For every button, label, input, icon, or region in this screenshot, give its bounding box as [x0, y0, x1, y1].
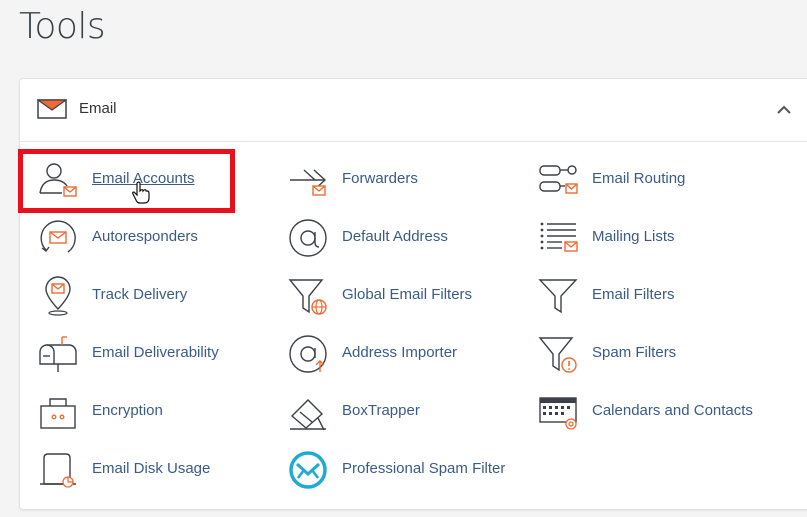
- forward-arrow-icon: [290, 169, 327, 196]
- tool-label[interactable]: Track Delivery: [92, 286, 187, 303]
- panel-header[interactable]: Email: [20, 79, 807, 142]
- tool-address-importer[interactable]: Address Importer: [288, 325, 528, 383]
- tool-track-delivery[interactable]: Track Delivery: [38, 267, 278, 325]
- location-pin-icon: [45, 276, 71, 316]
- tool-label[interactable]: Professional Spam Filter: [342, 460, 505, 477]
- page-title: Tools: [19, 6, 106, 47]
- filter-funnel-icon: [538, 279, 578, 314]
- boxtrapper-icon: [290, 399, 326, 431]
- page: Tools Email Email Accounts Forwarders Em…: [0, 0, 807, 517]
- tool-label[interactable]: BoxTrapper: [342, 402, 420, 419]
- tool-calendars-contacts[interactable]: Calendars and Contacts: [538, 383, 778, 441]
- global-filter-icon: [288, 279, 327, 315]
- tool-label[interactable]: Email Deliverability: [92, 344, 219, 361]
- tool-label[interactable]: Global Email Filters: [342, 286, 472, 303]
- selection-highlight: [18, 149, 235, 213]
- at-import-icon: [289, 335, 327, 373]
- calendar-icon: [539, 397, 577, 430]
- tool-label[interactable]: Forwarders: [342, 170, 418, 187]
- mailing-list-icon: [540, 222, 578, 252]
- tool-email-disk-usage[interactable]: Email Disk Usage: [38, 441, 278, 499]
- tool-label[interactable]: Calendars and Contacts: [592, 402, 753, 419]
- tool-email-deliverability[interactable]: Email Deliverability: [38, 325, 278, 383]
- tool-label[interactable]: Encryption: [92, 402, 163, 419]
- tool-email-filters[interactable]: Email Filters: [538, 267, 778, 325]
- tool-label[interactable]: Email Disk Usage: [92, 460, 210, 477]
- tool-global-email-filters[interactable]: Global Email Filters: [288, 267, 528, 325]
- routing-icon: [539, 165, 578, 194]
- tool-autoresponders[interactable]: Autoresponders: [38, 209, 278, 267]
- tool-encryption[interactable]: Encryption: [38, 383, 278, 441]
- hand-cursor-icon: [132, 181, 150, 204]
- tool-label[interactable]: Address Importer: [342, 344, 457, 361]
- autoresponder-icon: [40, 220, 76, 253]
- panel-title: Email: [79, 100, 117, 117]
- tool-label[interactable]: Autoresponders: [92, 228, 198, 245]
- tool-label[interactable]: Mailing Lists: [592, 228, 675, 245]
- tool-label[interactable]: Email Routing: [592, 170, 685, 187]
- tool-professional-spam-filter[interactable]: Professional Spam Filter: [288, 441, 528, 499]
- tool-forwarders[interactable]: Forwarders: [288, 151, 528, 209]
- tool-default-address[interactable]: Default Address: [288, 209, 528, 267]
- tool-spam-filters[interactable]: Spam Filters: [538, 325, 778, 383]
- at-sign-icon: [289, 219, 327, 257]
- mailbox-icon: [39, 336, 77, 372]
- encryption-icon: [40, 398, 76, 429]
- email-panel: Email Email Accounts Forwarders Email Ro…: [19, 78, 807, 510]
- disk-usage-icon: [40, 453, 76, 488]
- chevron-up-icon[interactable]: [775, 101, 793, 119]
- tool-label[interactable]: Spam Filters: [592, 344, 676, 361]
- tool-email-routing[interactable]: Email Routing: [538, 151, 778, 209]
- envelope-icon: [37, 99, 67, 119]
- tool-label[interactable]: Email Filters: [592, 286, 675, 303]
- tool-boxtrapper[interactable]: BoxTrapper: [288, 383, 528, 441]
- tool-mailing-lists[interactable]: Mailing Lists: [538, 209, 778, 267]
- tool-label[interactable]: Default Address: [342, 228, 448, 245]
- spam-filter-icon: [538, 337, 577, 373]
- spam-shield-icon: [289, 451, 327, 489]
